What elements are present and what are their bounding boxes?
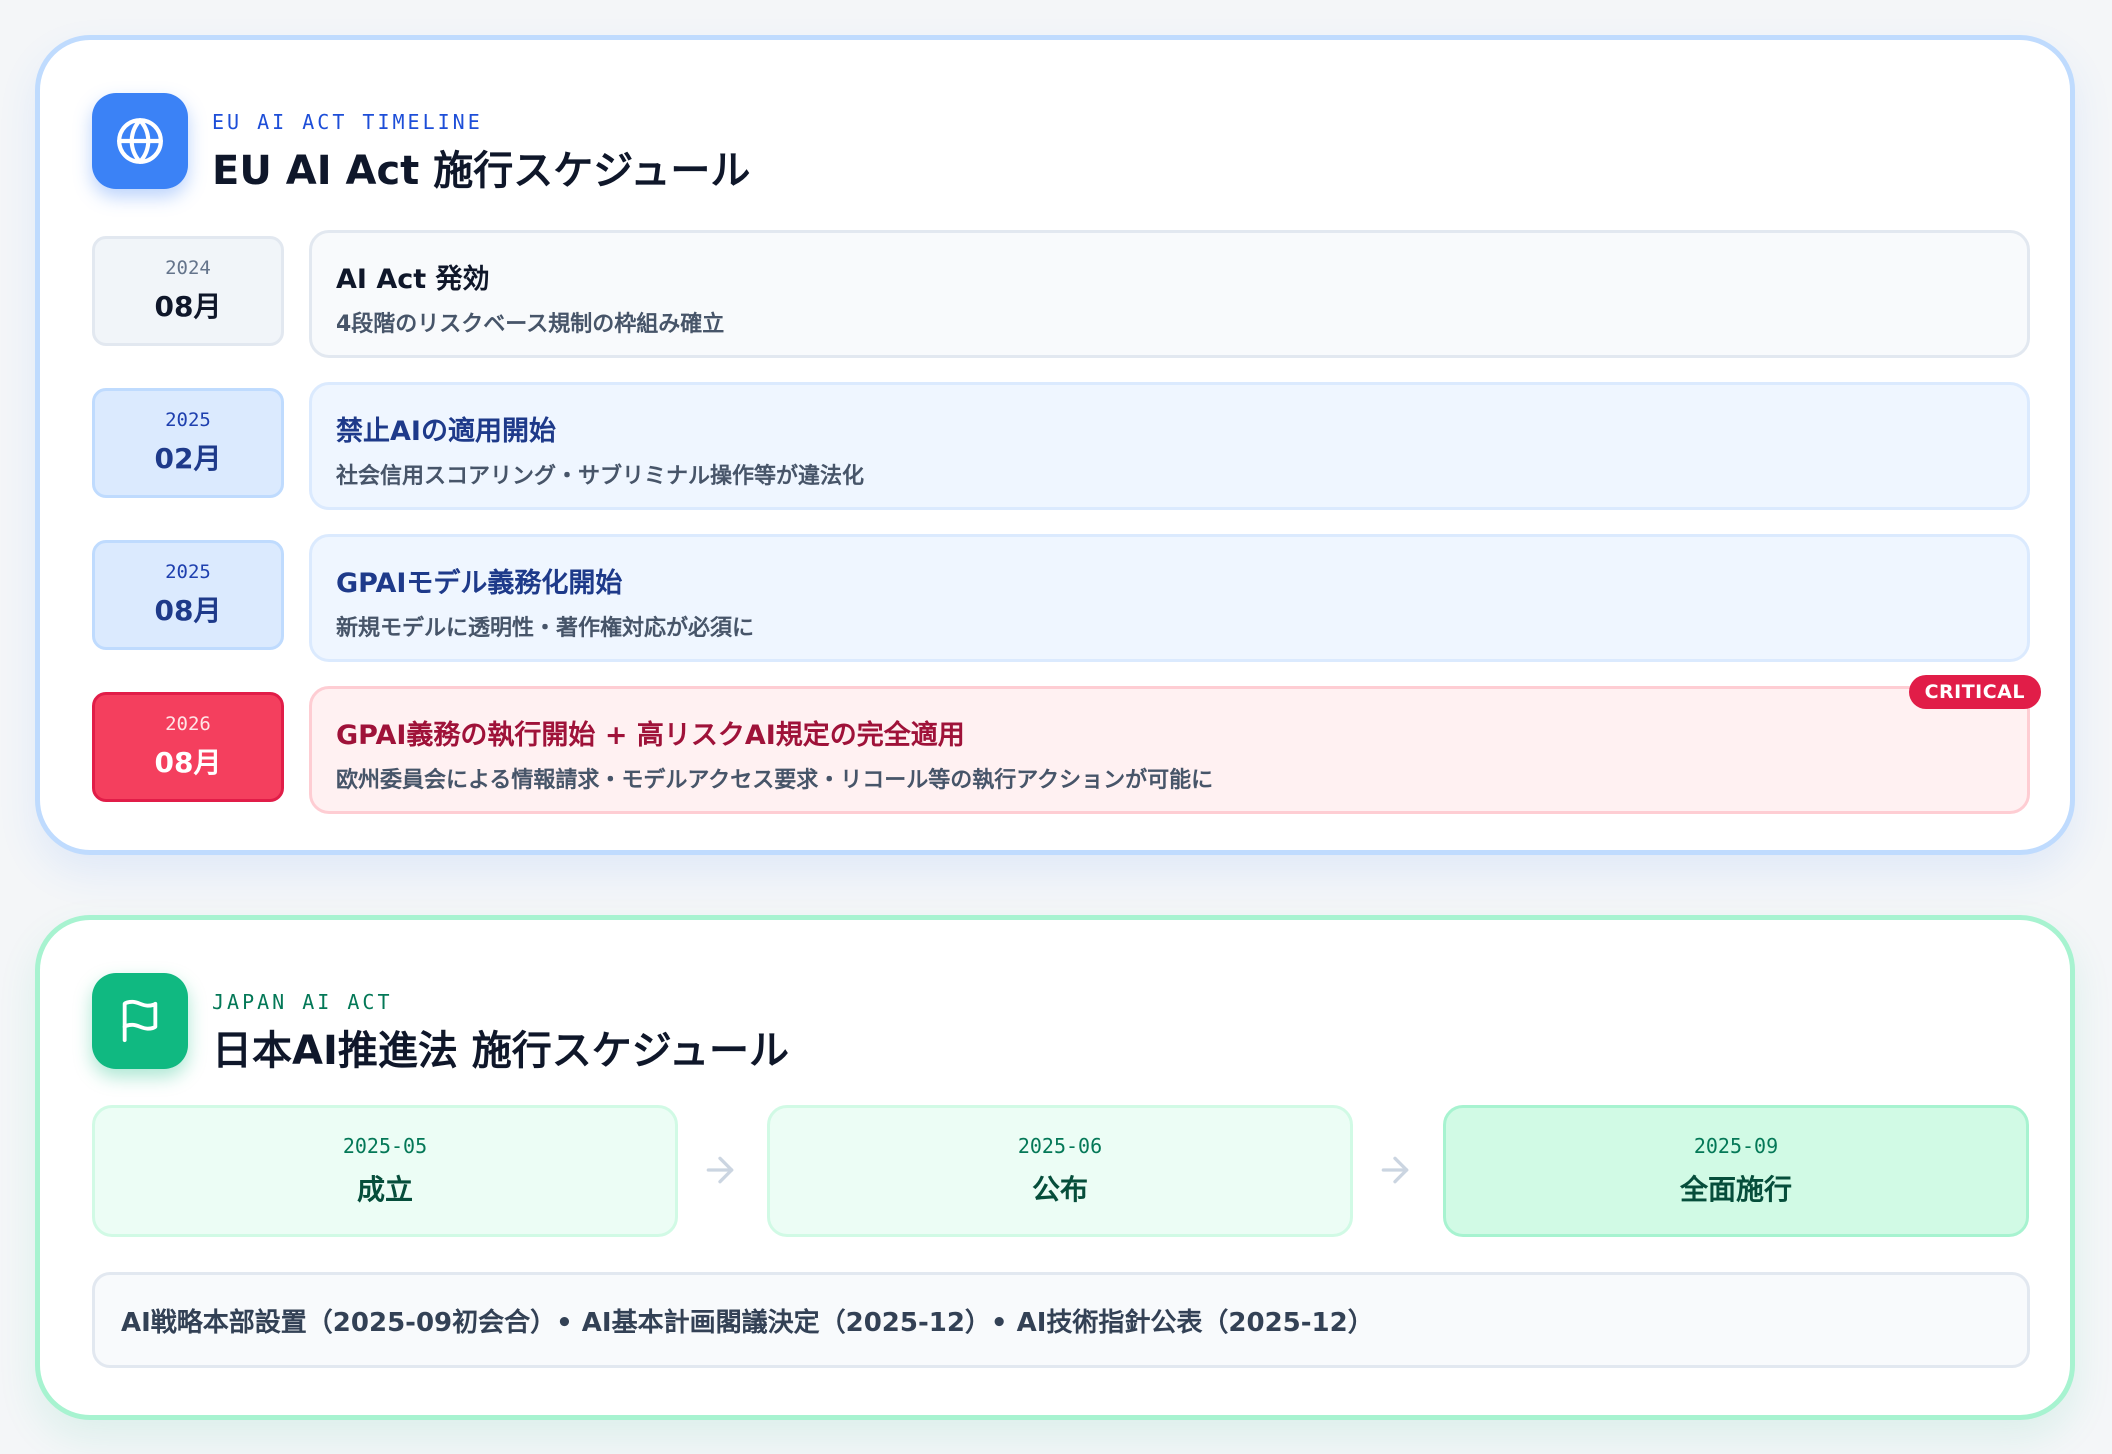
eu-title: EU AI Act 施行スケジュール (212, 148, 751, 194)
date-box: 2025 02月 (92, 388, 284, 498)
step-card: 2025-05 成立 (92, 1105, 678, 1237)
date-year: 2025 (165, 409, 211, 431)
critical-badge: CRITICAL (1908, 675, 2041, 709)
jp-eyebrow: JAPAN AI ACT (212, 990, 393, 1014)
date-month: 08月 (154, 290, 222, 323)
timeline-row: 2025 02月 禁止AIの適用開始 社会信用スコアリング・サブリミナル操作等が… (92, 382, 2030, 510)
step-date: 2025-05 (342, 1134, 428, 1158)
event-title: 禁止AIの適用開始 (336, 416, 556, 447)
event-title: AI Act 発効 (336, 264, 490, 295)
event-card: 禁止AIの適用開始 社会信用スコアリング・サブリミナル操作等が違法化 (309, 382, 2030, 510)
timeline-row-critical: 2026 08月 GPAI義務の執行開始 + 高リスクAI規定の完全適用 欧州委… (92, 675, 2041, 814)
step-date: 2025-06 (1017, 1134, 1103, 1158)
date-month: 02月 (154, 442, 222, 475)
date-year: 2024 (165, 257, 211, 279)
arrow-right-icon (700, 1150, 740, 1190)
event-description: 社会信用スコアリング・サブリミナル操作等が違法化 (336, 464, 865, 489)
date-box: 2026 08月 (92, 692, 284, 802)
date-month: 08月 (154, 594, 222, 627)
event-card: AI Act 発効 4段階のリスクベース規制の枠組み確立 (309, 230, 2030, 358)
eu-timeline-card: EU AI ACT TIMELINE EU AI Act 施行スケジュール 20… (35, 35, 2075, 855)
date-month: 08月 (154, 746, 222, 779)
step-label: 成立 (356, 1173, 413, 1206)
date-box: 2024 08月 (92, 236, 284, 346)
eu-eyebrow: EU AI ACT TIMELINE (212, 110, 483, 134)
event-description: 4段階のリスクベース規制の枠組み確立 (336, 312, 725, 337)
flag-icon (92, 973, 188, 1069)
timeline-row: 2025 08月 GPAIモデル義務化開始 新規モデルに透明性・著作権対応が必須… (92, 534, 2030, 662)
event-card: GPAIモデル義務化開始 新規モデルに透明性・著作権対応が必須に (309, 534, 2030, 662)
event-description: 新規モデルに透明性・著作権対応が必須に (336, 616, 755, 641)
event-title: GPAI義務の執行開始 + 高リスクAI規定の完全適用 (336, 720, 965, 751)
timeline-row: 2024 08月 AI Act 発効 4段階のリスクベース規制の枠組み確立 (92, 230, 2030, 358)
step-label: 公布 (1031, 1173, 1088, 1206)
date-year: 2025 (165, 561, 211, 583)
event-description: 欧州委員会による情報請求・モデルアクセス要求・リコール等の執行アクションが可能に (336, 768, 1214, 793)
date-year: 2026 (165, 713, 211, 735)
step-date: 2025-09 (1693, 1134, 1779, 1158)
japan-timeline-card: JAPAN AI ACT 日本AI推進法 施行スケジュール 2025-05 成立… (35, 915, 2075, 1420)
step-card-final: 2025-09 全面施行 (1443, 1105, 2029, 1237)
step-card: 2025-06 公布 (767, 1105, 1353, 1237)
event-card: GPAI義務の執行開始 + 高リスクAI規定の完全適用 欧州委員会による情報請求… (309, 675, 2041, 814)
globe-icon (92, 93, 188, 189)
step-label: 全面施行 (1679, 1173, 1792, 1206)
arrow-right-icon (1375, 1150, 1415, 1190)
milestones-note: AI戦略本部設置（2025-09初会合）• AI基本計画閣議決定（2025-12… (92, 1272, 2030, 1368)
jp-title: 日本AI推進法 施行スケジュール (212, 1028, 789, 1074)
event-title: GPAIモデル義務化開始 (336, 568, 623, 599)
date-box: 2025 08月 (92, 540, 284, 650)
